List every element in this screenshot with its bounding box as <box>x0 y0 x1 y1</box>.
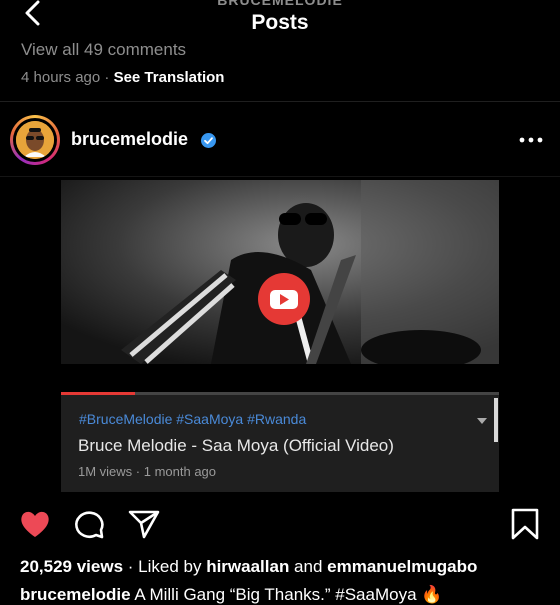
header-username: BRUCEMELODIE <box>217 0 343 8</box>
separator-dot: · <box>100 69 114 86</box>
bookmark-icon <box>511 508 539 540</box>
video-still-image <box>61 180 499 364</box>
video-title[interactable]: Bruce Melodie - Saa Moya (Official Video… <box>78 436 394 456</box>
post-timestamp-row: 4 hours ago · See Translation <box>21 69 224 86</box>
video-meta: 1M views · 1 month ago <box>78 464 217 479</box>
divider <box>0 101 560 102</box>
page-title: Posts <box>251 11 309 34</box>
avatar[interactable] <box>16 121 54 159</box>
liked-by-and: and <box>289 557 328 576</box>
comment-icon <box>75 511 104 539</box>
caption-text: A Milli Gang “Big Thanks.” #SaaMoya 🔥 <box>130 585 443 604</box>
more-horizontal-icon <box>519 137 543 143</box>
video-hashtags[interactable]: #BruceMelodie #SaaMoya #Rwanda <box>79 411 306 427</box>
video-thumbnail[interactable] <box>61 180 499 364</box>
comment-button[interactable] <box>73 508 107 540</box>
share-button[interactable] <box>127 508 161 540</box>
caret-down-icon[interactable] <box>476 413 488 424</box>
liked-by-user-1[interactable]: hirwaallan <box>206 557 289 576</box>
youtube-play-button[interactable] <box>258 273 310 325</box>
more-options-button[interactable] <box>518 131 544 149</box>
post-caption: brucemelodie A Milli Gang “Big Thanks.” … <box>20 585 442 605</box>
avatar-illustration <box>16 121 54 159</box>
see-translation-link[interactable]: See Translation <box>114 69 225 86</box>
liked-by-prefix: · Liked by <box>123 557 207 576</box>
post-time: 4 hours ago <box>21 69 101 86</box>
send-icon <box>128 510 160 539</box>
post-username[interactable]: brucemelodie <box>71 129 188 150</box>
likes-summary: 20,529 views · Liked by hirwaallan and e… <box>20 557 477 577</box>
save-button[interactable] <box>509 507 543 540</box>
liked-by-user-2[interactable]: emmanuelmugabo <box>327 557 477 576</box>
heart-icon <box>21 511 49 537</box>
youtube-icon <box>258 273 310 325</box>
caption-username[interactable]: brucemelodie <box>20 585 131 604</box>
view-all-comments-link[interactable]: View all 49 comments <box>21 40 186 60</box>
view-count[interactable]: 20,529 views <box>20 557 123 576</box>
scroll-indicator <box>494 398 498 442</box>
verified-badge-icon <box>201 133 216 148</box>
like-button[interactable] <box>18 508 52 540</box>
